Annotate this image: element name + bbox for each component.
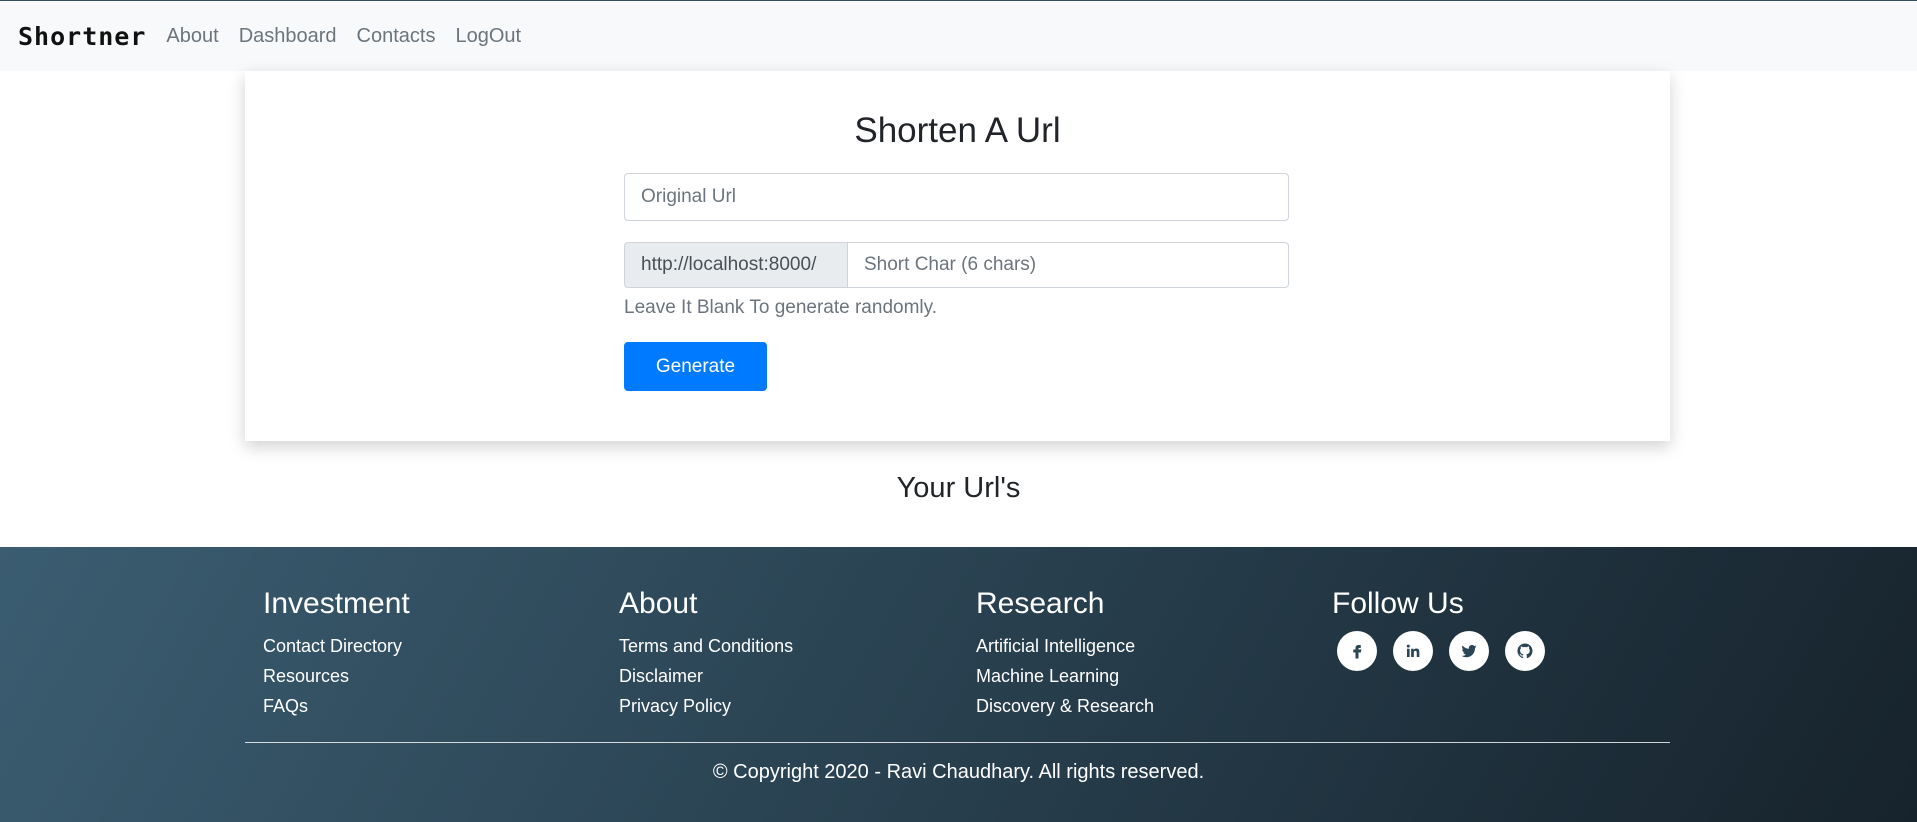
footer-link-resources[interactable]: Resources	[263, 661, 410, 691]
footer-link-contact-directory[interactable]: Contact Directory	[263, 631, 410, 661]
footer-col-about: About Terms and Conditions Disclaimer Pr…	[619, 587, 793, 721]
navbar: Shortner About Dashboard Contacts LogOut	[0, 0, 1917, 71]
generate-button[interactable]: Generate	[624, 342, 767, 391]
footer-col-follow: Follow Us	[1332, 587, 1545, 671]
footer-link-terms[interactable]: Terms and Conditions	[619, 631, 793, 661]
footer-link-privacy[interactable]: Privacy Policy	[619, 691, 793, 721]
footer-heading-investment: Investment	[263, 587, 410, 620]
brand-logo[interactable]: Shortner	[18, 22, 146, 51]
footer-link-discovery[interactable]: Discovery & Research	[976, 691, 1154, 721]
page-title: Shorten A Url	[854, 111, 1061, 150]
social-links	[1337, 631, 1545, 671]
footer-col-research: Research Artificial Intelligence Machine…	[976, 587, 1154, 721]
original-url-input[interactable]	[624, 173, 1289, 221]
footer-divider	[245, 742, 1670, 743]
footer-link-ai[interactable]: Artificial Intelligence	[976, 631, 1154, 661]
github-icon[interactable]	[1505, 631, 1545, 671]
footer-heading-follow: Follow Us	[1332, 587, 1464, 620]
footer-link-faqs[interactable]: FAQs	[263, 691, 410, 721]
nav-link-logout[interactable]: LogOut	[455, 25, 521, 48]
footer: Investment Contact Directory Resources F…	[0, 547, 1917, 822]
footer-link-disclaimer[interactable]: Disclaimer	[619, 661, 793, 691]
footer-heading-research: Research	[976, 587, 1105, 620]
nav-link-contacts[interactable]: Contacts	[357, 25, 436, 48]
twitter-icon[interactable]	[1449, 631, 1489, 671]
footer-heading-about: About	[619, 587, 698, 620]
your-urls-heading: Your Url's	[896, 472, 1021, 504]
short-char-input[interactable]	[848, 242, 1289, 288]
nav-link-about[interactable]: About	[166, 25, 218, 48]
footer-col-investment: Investment Contact Directory Resources F…	[263, 587, 410, 721]
nav-link-dashboard[interactable]: Dashboard	[239, 25, 337, 48]
linkedin-icon[interactable]	[1393, 631, 1433, 671]
copyright-text: © Copyright 2020 - Ravi Chaudhary. All r…	[712, 761, 1205, 783]
help-text: Leave It Blank To generate randomly.	[624, 297, 937, 318]
url-prefix: http://localhost:8000/	[624, 242, 848, 288]
facebook-icon[interactable]	[1337, 631, 1377, 671]
footer-link-ml[interactable]: Machine Learning	[976, 661, 1154, 691]
shorten-card: Shorten A Url http://localhost:8000/ Lea…	[245, 71, 1670, 441]
